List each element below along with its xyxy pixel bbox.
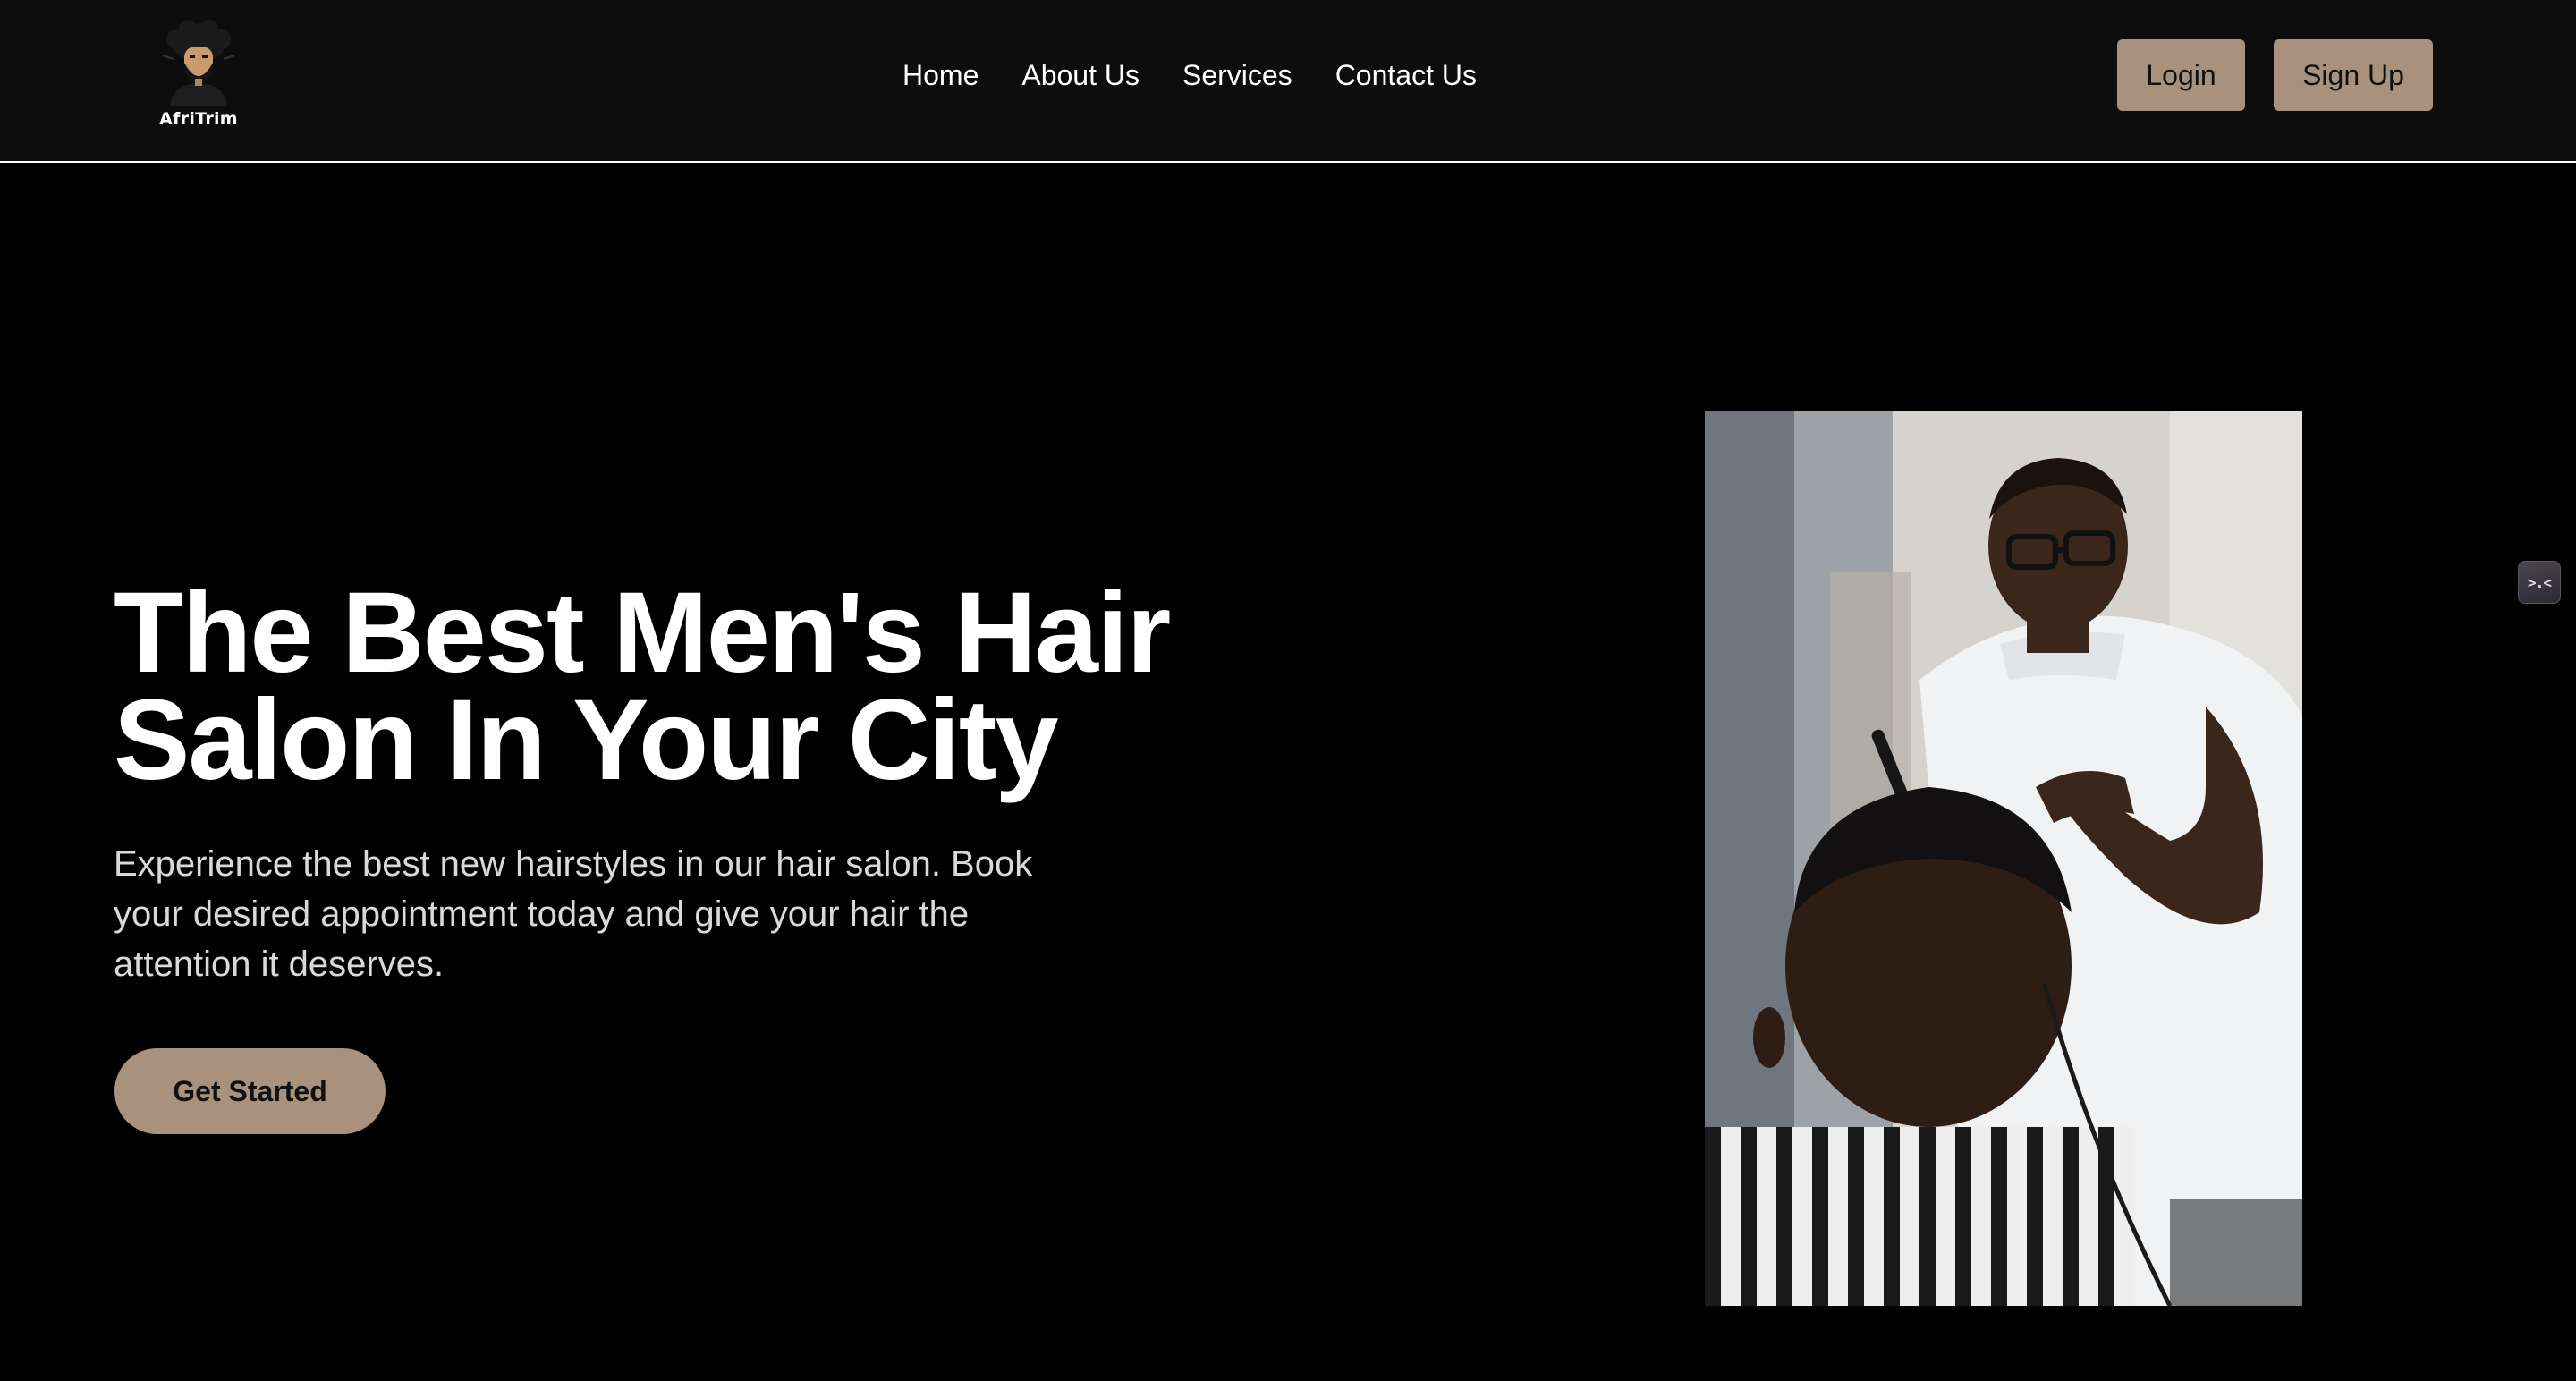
nav-home-link[interactable]: Home: [902, 55, 979, 95]
nav-contact-us-link[interactable]: Contact Us: [1335, 55, 1477, 95]
main-nav: Home About Us Services Contact Us: [902, 55, 1477, 95]
barber-cutting-hair-photo: [1705, 411, 2302, 1306]
nav-services-link[interactable]: Services: [1182, 55, 1292, 95]
hero-title: The Best Men's Hair Salon In Your City: [114, 576, 1276, 798]
devtools-widget-icon[interactable]: >.<: [2518, 561, 2561, 604]
devtools-widget-glyph: >.<: [2528, 573, 2552, 591]
sign-up-button[interactable]: Sign Up: [2274, 39, 2433, 111]
nav-about-us-link[interactable]: About Us: [1021, 55, 1140, 95]
barber-avatar-icon: [162, 20, 235, 106]
site-header: AfriTrim Home About Us Services Contact …: [0, 0, 2576, 163]
hero-description: Experience the best new hairstyles in ou…: [114, 844, 1033, 984]
hero-image: [1705, 411, 2302, 1306]
get-started-button[interactable]: Get Started: [114, 1048, 386, 1134]
brand-logo[interactable]: AfriTrim: [152, 20, 245, 131]
hero-title-line-2: Salon In Your City: [114, 676, 1058, 804]
login-button[interactable]: Login: [2117, 39, 2245, 111]
brand-name: AfriTrim: [159, 109, 238, 129]
